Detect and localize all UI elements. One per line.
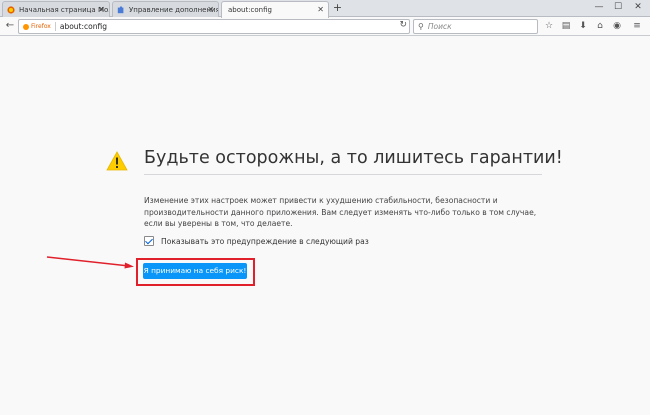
new-tab-button[interactable]: + [331,1,344,15]
nav-toolbar: ← Firefox about:config ↻ ⚲ Поиск ☆ ▤ ⬇ ⌂… [0,17,650,36]
search-icon: ⚲ [418,22,424,31]
reading-list-icon[interactable]: ▤ [559,20,573,33]
url-text[interactable]: about:config [60,22,107,31]
tab-strip: Начальная страница Mo... ✕ Управление до… [0,0,650,18]
search-placeholder: Поиск [427,22,452,31]
close-window-button[interactable]: ✕ [629,0,647,14]
accept-risk-button[interactable]: Я принимаю на себя риск! [143,263,247,279]
tab-addons-manager[interactable]: Управление дополнения... ✕ [112,1,219,17]
reload-icon[interactable]: ↻ [399,20,407,30]
menu-icon[interactable]: ≡ [630,20,644,33]
minimize-button[interactable]: — [590,0,608,14]
pocket-icon[interactable]: ◉ [610,20,624,33]
close-tab-icon[interactable]: ✕ [98,5,105,14]
brand-label: Firefox [31,23,51,30]
annotation-arrow-icon [46,256,134,269]
close-tab-icon[interactable]: ✕ [317,5,324,14]
about-config-warning-page: Будьте осторожны, а то лишитесь гарантии… [0,37,650,415]
warning-icon [106,151,128,171]
tab-label: Начальная страница Mo... [19,5,109,14]
firefox-icon [23,23,29,30]
show-warning-checkbox-row[interactable]: Показывать это предупреждение в следующи… [144,236,369,246]
tab-about-config[interactable]: about:config ✕ [221,1,329,18]
show-warning-checkbox[interactable] [144,236,154,246]
warning-description: Изменение этих настроек может привести к… [144,196,537,228]
maximize-button[interactable]: ☐ [609,0,627,14]
back-button[interactable]: ← [3,19,17,33]
url-bar[interactable]: Firefox about:config ↻ [18,19,410,34]
firefox-icon [7,5,15,14]
home-icon[interactable]: ⌂ [593,20,607,33]
page-title: Будьте осторожны, а то лишитесь гарантии… [144,148,563,168]
bookmark-star-icon[interactable]: ☆ [542,20,556,33]
close-tab-icon[interactable]: ✕ [207,5,214,14]
downloads-icon[interactable]: ⬇ [576,20,590,33]
search-input[interactable]: ⚲ Поиск [413,19,538,34]
browser-window: Начальная страница Mo... ✕ Управление до… [0,0,650,415]
divider [144,174,542,175]
puzzle-icon [117,5,124,13]
divider [54,22,56,31]
tab-label: Управление дополнения... [129,5,218,14]
tab-firefox-home[interactable]: Начальная страница Mo... ✕ [2,1,110,17]
tab-label: about:config [228,6,272,14]
checkbox-label: Показывать это предупреждение в следующи… [161,236,369,246]
identity-box[interactable]: Firefox [23,23,51,30]
